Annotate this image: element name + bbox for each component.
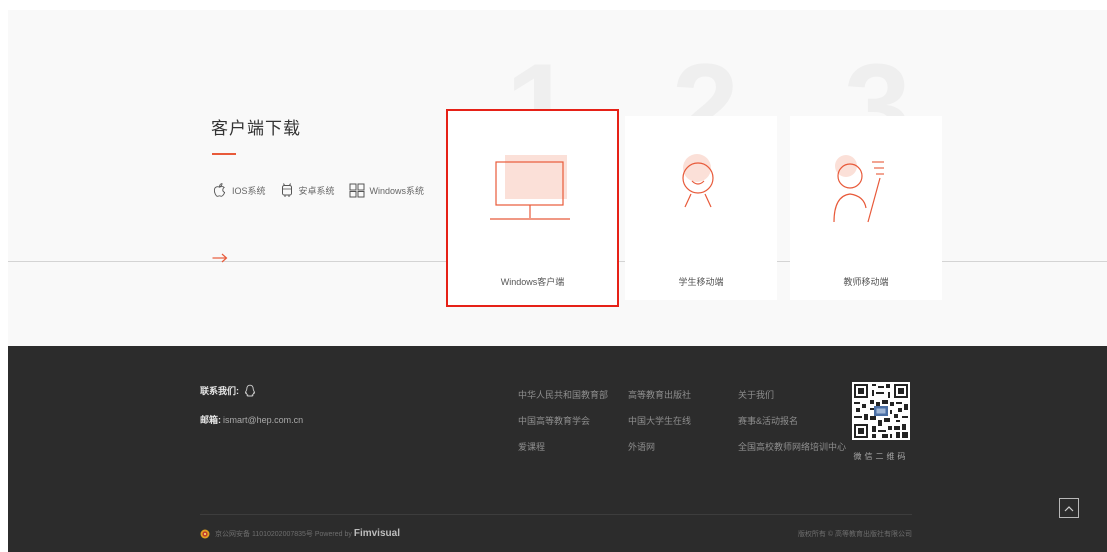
contact-label: 联系我们: [200,386,239,396]
card-windows-client[interactable]: Windows客户端 [446,109,619,307]
footer-link-moe[interactable]: 中华人民共和国教育部 [518,388,608,401]
footer-link-teacher-training[interactable]: 全国高校教师网络培训中心 [738,440,846,453]
footer-link-foreign-language[interactable]: 外语网 [628,440,691,453]
chevron-up-icon [1064,505,1074,511]
os-label-windows: Windows系统 [369,185,425,196]
footer-link-hep[interactable]: 高等教育出版社 [628,388,691,401]
card-teacher-mobile[interactable]: 教师移动端 [790,116,942,300]
android-icon [281,183,292,197]
site-footer: 联系我们: 邮箱: ismart@hep.com.cn 中华人民共和国教育部 中… [8,346,1107,552]
apple-icon [213,183,226,197]
link-column-1: 中华人民共和国教育部 中国高等教育学会 爱课程 [518,388,608,466]
os-list: IOS系统 安卓系统 Windows系统 [212,182,438,198]
police-badge-icon [200,529,210,538]
contact-us: 联系我们: [200,384,256,397]
card-label-teacher: 教师移动端 [843,277,889,287]
footer-link-icourse[interactable]: 爱课程 [518,440,608,453]
footer-link-cahe[interactable]: 中国高等教育学会 [518,414,608,427]
windows-icon [349,183,365,197]
back-to-top-button[interactable] [1059,498,1079,518]
link-column-3: 关于我们 赛事&活动报名 全国高校教师网络培训中心 [738,388,846,466]
client-download-section: 1 2 3 客户端下载 IOS系统 安卓系统 Windows系统 Windows… [8,10,1107,346]
os-label-ios: IOS系统 [232,185,266,196]
os-label-android: 安卓系统 [298,185,335,196]
teacher-icon [833,155,884,223]
wechat-qr: 微信二维码 [852,382,910,462]
icp-info: 京公网安备 11010202007835号 Powered by Fimvisu… [200,528,400,539]
contact-email: 邮箱: ismart@hep.com.cn [200,413,303,426]
email-address[interactable]: ismart@hep.com.cn [223,415,303,425]
link-column-2: 高等教育出版社 中国大学生在线 外语网 [628,388,691,466]
email-label: 邮箱: [200,415,221,425]
qq-icon[interactable] [244,384,256,397]
os-item-android[interactable]: 安卓系统 [280,182,335,198]
copyright: 版权所有 © 高等教育出版社有限公司 [797,531,912,538]
card-label-student: 学生移动端 [678,277,724,287]
os-item-windows[interactable]: Windows系统 [349,183,425,198]
section-title: 客户端下载 [211,119,301,138]
student-icon [682,154,714,208]
page: 1 2 3 客户端下载 IOS系统 安卓系统 Windows系统 Windows… [0,0,1107,552]
card-label-windows: Windows客户端 [500,277,565,287]
qr-caption: 微信二维码 [853,452,909,461]
footer-link-univs[interactable]: 中国大学生在线 [628,414,691,427]
icp-text[interactable]: 京公网安备 11010202007835号 Powered by [215,529,352,539]
footer-link-events[interactable]: 赛事&活动报名 [738,414,846,427]
qr-code-icon [852,382,910,440]
card-student-mobile[interactable]: 学生移动端 [625,116,777,300]
footer-link-about[interactable]: 关于我们 [738,388,846,401]
fimvisual-brand[interactable]: Fimvisual [354,528,400,539]
arrow-right-icon[interactable] [212,253,228,263]
os-item-ios[interactable]: IOS系统 [212,182,266,198]
title-accent-bar [212,153,236,155]
footer-divider [200,514,912,515]
